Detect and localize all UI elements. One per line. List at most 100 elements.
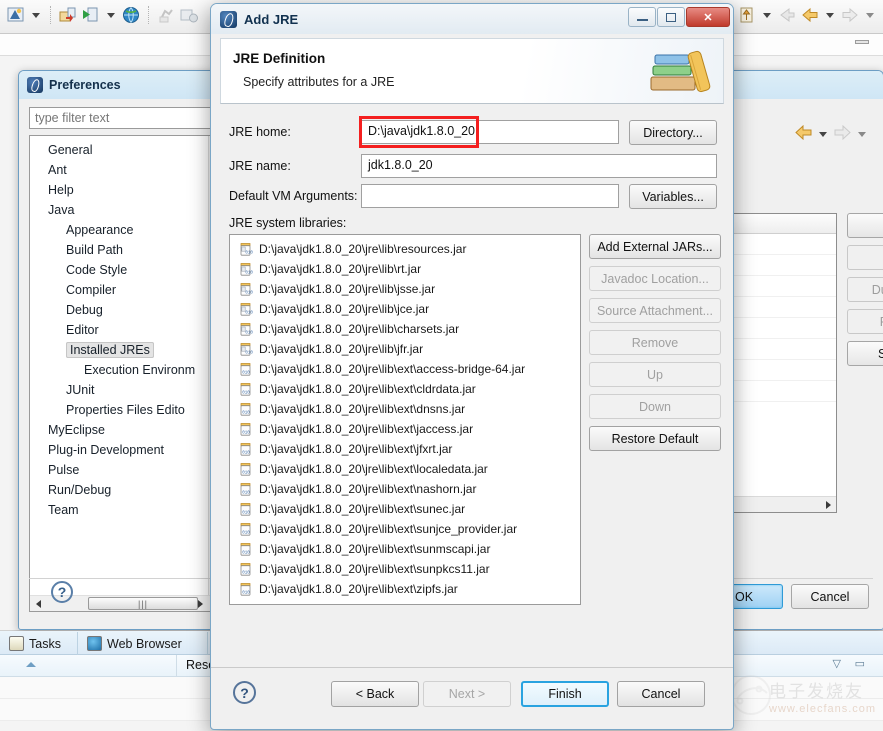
prefs-back-arrow-icon[interactable] bbox=[795, 125, 812, 143]
list-item[interactable]: 010D:\java\jdk1.8.0_20\jre\lib\jce.jar bbox=[230, 299, 580, 319]
list-item[interactable]: 010D:\java\jdk1.8.0_20\jre\lib\ext\dnsns… bbox=[230, 399, 580, 419]
add-button[interactable]: Add... bbox=[847, 213, 883, 238]
add-external-jars-button[interactable]: Add External JARs... bbox=[589, 234, 721, 259]
sidebar-item-properties-files-edito[interactable]: Properties Files Edito bbox=[30, 400, 207, 420]
prefs-forward-arrow-icon[interactable] bbox=[834, 125, 851, 143]
forward-dropdown-icon[interactable] bbox=[866, 13, 874, 18]
list-item[interactable]: 010D:\java\jdk1.8.0_20\jre\lib\charsets.… bbox=[230, 319, 580, 339]
list-item[interactable]: 010D:\java\jdk1.8.0_20\jre\lib\ext\sunpk… bbox=[230, 559, 580, 579]
minimize-button[interactable] bbox=[628, 7, 656, 27]
sidebar-item-ant[interactable]: Ant bbox=[30, 160, 207, 180]
variables-button[interactable]: Variables... bbox=[629, 184, 717, 209]
ext-jar-icon: 010 bbox=[238, 482, 253, 497]
list-item[interactable]: 010D:\java\jdk1.8.0_20\jre\lib\ext\nasho… bbox=[230, 479, 580, 499]
installed-jres-scroll-right[interactable] bbox=[820, 497, 836, 512]
debug-icon[interactable] bbox=[156, 5, 176, 25]
list-item[interactable]: 010D:\java\jdk1.8.0_20\jre\lib\ext\cldrd… bbox=[230, 379, 580, 399]
list-item[interactable]: 010D:\java\jdk1.8.0_20\jre\lib\ext\sunjc… bbox=[230, 519, 580, 539]
list-item[interactable]: 010D:\java\jdk1.8.0_20\jre\lib\ext\local… bbox=[230, 459, 580, 479]
sidebar-item-java[interactable]: Java bbox=[30, 200, 207, 220]
sidebar-item-team[interactable]: Team bbox=[30, 500, 207, 520]
import-icon[interactable] bbox=[58, 5, 78, 25]
window-controls: ✕ bbox=[628, 7, 730, 27]
screen-root: Preferences type filter text GeneralAntH… bbox=[0, 0, 883, 731]
maximize-button[interactable] bbox=[657, 7, 685, 27]
perspective-dropdown-icon[interactable] bbox=[32, 13, 40, 18]
tree-horizontal-scroll-thumb[interactable]: ||| bbox=[88, 597, 198, 610]
export-icon[interactable] bbox=[737, 5, 757, 25]
restore-default-button[interactable]: Restore Default bbox=[589, 426, 721, 451]
back-dropdown-icon[interactable] bbox=[826, 13, 834, 18]
profile-icon[interactable] bbox=[179, 5, 199, 25]
toolbar-left-group bbox=[6, 5, 199, 25]
tree-scroll-right-button[interactable] bbox=[192, 596, 208, 611]
list-item[interactable]: 010D:\java\jdk1.8.0_20\jre\lib\ext\zipfs… bbox=[230, 579, 580, 599]
sidebar-item-run-debug[interactable]: Run/Debug bbox=[30, 480, 207, 500]
svg-text:010: 010 bbox=[245, 351, 253, 355]
svg-text:010: 010 bbox=[242, 411, 250, 415]
tab-tasks[interactable]: Tasks bbox=[0, 632, 78, 655]
perspective-icon[interactable] bbox=[6, 5, 26, 25]
vm-arguments-label: Default VM Arguments: bbox=[229, 184, 358, 208]
sidebar-item-code-style[interactable]: Code Style bbox=[30, 260, 207, 280]
list-item[interactable]: 010D:\java\jdk1.8.0_20\jre\lib\resources… bbox=[230, 239, 580, 259]
help-icon[interactable]: ? bbox=[233, 681, 256, 704]
prefs-back-dropdown-icon[interactable] bbox=[819, 132, 827, 137]
preferences-tree[interactable]: GeneralAntHelpJavaAppearanceBuild PathCo… bbox=[29, 135, 221, 612]
source-attachment-button: Source Attachment... bbox=[589, 298, 721, 323]
list-item[interactable]: 010D:\java\jdk1.8.0_20\jre\lib\ext\jfxrt… bbox=[230, 439, 580, 459]
editor-restore-icon[interactable] bbox=[855, 40, 869, 44]
forward-arrow-icon[interactable] bbox=[840, 5, 860, 25]
list-item[interactable]: 010D:\java\jdk1.8.0_20\jre\lib\jsse.jar bbox=[230, 279, 580, 299]
filter-input[interactable]: type filter text bbox=[29, 107, 221, 129]
run-icon[interactable] bbox=[81, 5, 101, 25]
list-item[interactable]: 010D:\java\jdk1.8.0_20\jre\lib\ext\sunec… bbox=[230, 499, 580, 519]
sidebar-item-general[interactable]: General bbox=[30, 140, 207, 160]
sidebar-item-compiler[interactable]: Compiler bbox=[30, 280, 207, 300]
back-arrow-icon[interactable] bbox=[800, 5, 820, 25]
directory-button[interactable]: Directory... bbox=[629, 120, 717, 145]
svg-text:010: 010 bbox=[242, 591, 250, 595]
list-item[interactable]: 010D:\java\jdk1.8.0_20\jre\lib\ext\jacce… bbox=[230, 419, 580, 439]
run-dropdown-icon[interactable] bbox=[107, 13, 115, 18]
preferences-help-icon[interactable]: ? bbox=[51, 581, 73, 603]
list-item[interactable]: 010D:\java\jdk1.8.0_20\jre\lib\ext\sunms… bbox=[230, 539, 580, 559]
sidebar-item-pulse[interactable]: Pulse bbox=[30, 460, 207, 480]
prefs-forward-dropdown-icon[interactable] bbox=[858, 132, 866, 137]
jre-system-libraries-list[interactable]: 010D:\java\jdk1.8.0_20\jre\lib\resources… bbox=[229, 234, 581, 605]
list-item[interactable]: 010D:\java\jdk1.8.0_20\jre\lib\jfr.jar bbox=[230, 339, 580, 359]
back-button[interactable]: < Back bbox=[331, 681, 419, 707]
sidebar-item-plug-in-development[interactable]: Plug-in Development bbox=[30, 440, 207, 460]
finish-button[interactable]: Finish bbox=[521, 681, 609, 707]
jre-home-input[interactable]: D:\java\jdk1.8.0_20 bbox=[361, 120, 619, 144]
preferences-cancel-button[interactable]: Cancel bbox=[791, 584, 869, 609]
tab-web-browser[interactable]: Web Browser bbox=[78, 632, 208, 655]
vm-arguments-input[interactable] bbox=[361, 184, 619, 208]
sidebar-item-build-path[interactable]: Build Path bbox=[30, 240, 207, 260]
tree-scroll-left-button[interactable] bbox=[30, 596, 46, 611]
sidebar-item-editor[interactable]: Editor bbox=[30, 320, 207, 340]
sidebar-item-help[interactable]: Help bbox=[30, 180, 207, 200]
svg-text:010: 010 bbox=[242, 451, 250, 455]
svg-text:010: 010 bbox=[242, 371, 250, 375]
sidebar-item-debug[interactable]: Debug bbox=[30, 300, 207, 320]
jre-name-value: jdk1.8.0_20 bbox=[368, 158, 433, 172]
grid-column-separator[interactable] bbox=[176, 655, 177, 677]
list-item[interactable]: 010D:\java\jdk1.8.0_20\jre\lib\ext\acces… bbox=[230, 359, 580, 379]
sidebar-item-installed-jres[interactable]: Installed JREs bbox=[30, 340, 207, 360]
sidebar-item-label: Compiler bbox=[66, 283, 116, 297]
export-dropdown-icon[interactable] bbox=[763, 13, 771, 18]
jre-name-input[interactable]: jdk1.8.0_20 bbox=[361, 154, 717, 178]
svg-text:010: 010 bbox=[245, 271, 253, 275]
sidebar-item-myeclipse[interactable]: MyEclipse bbox=[30, 420, 207, 440]
sort-ascending-icon[interactable] bbox=[26, 662, 36, 667]
list-item[interactable]: 010D:\java\jdk1.8.0_20\jre\lib\rt.jar bbox=[230, 259, 580, 279]
sidebar-item-execution-environm[interactable]: Execution Environm bbox=[30, 360, 207, 380]
search-button[interactable]: Search... bbox=[847, 341, 883, 366]
dialog-cancel-button[interactable]: Cancel bbox=[617, 681, 705, 707]
back-history-icon[interactable] bbox=[777, 5, 797, 25]
sidebar-item-appearance[interactable]: Appearance bbox=[30, 220, 207, 240]
close-button[interactable]: ✕ bbox=[686, 7, 730, 27]
globe-icon[interactable] bbox=[121, 5, 141, 25]
sidebar-item-junit[interactable]: JUnit bbox=[30, 380, 207, 400]
